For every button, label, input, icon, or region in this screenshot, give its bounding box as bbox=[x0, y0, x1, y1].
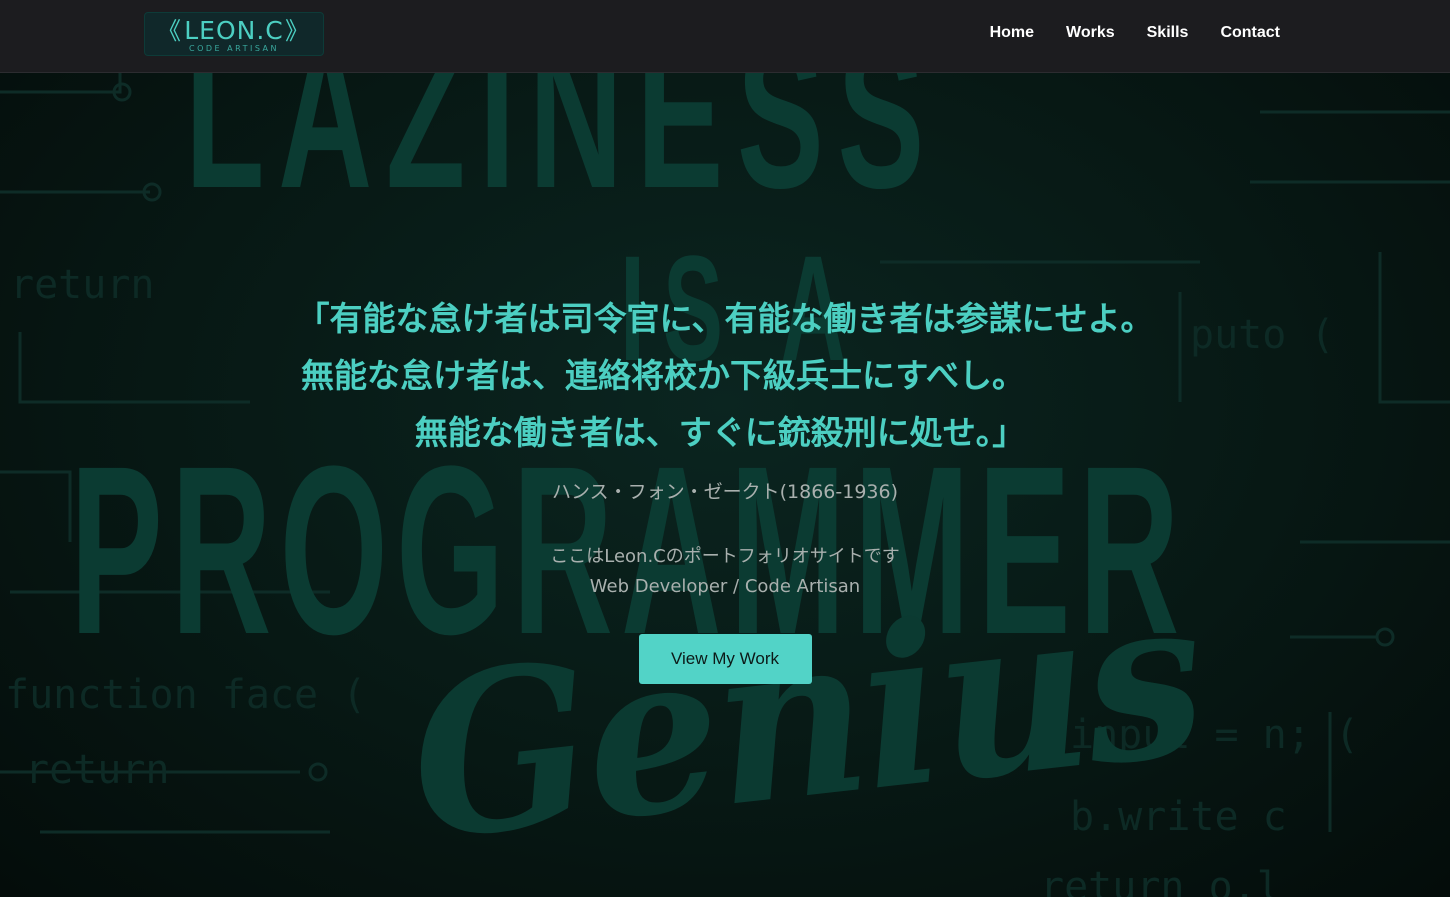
view-my-work-button[interactable]: View My Work bbox=[638, 634, 812, 684]
hero-section: 「有能な怠け者は司令官に、有能な働き者は参謀にせよ。 無能な怠け者は、連絡将校か… bbox=[0, 290, 1450, 684]
site-header: 《 LEON.C 》 CODE ARTISAN Home Works Skill… bbox=[0, 0, 1450, 73]
site-logo[interactable]: 《 LEON.C 》 CODE ARTISAN bbox=[144, 12, 324, 56]
bg-code-fragment: return bbox=[25, 747, 170, 793]
page: return function face ( return input = n;… bbox=[0, 0, 1450, 897]
main-nav: Home Works Skills Contact bbox=[990, 22, 1280, 44]
nav-contact[interactable]: Contact bbox=[1220, 22, 1280, 44]
nav-skills[interactable]: Skills bbox=[1147, 22, 1189, 44]
hero-intro: ここはLeon.Cのポートフォリオサイトです Web Developer / C… bbox=[0, 542, 1450, 602]
bg-word-laziness: LAZINESS bbox=[185, 72, 938, 232]
quote-line: 無能な怠け者は、連絡将校か下級兵士にすべし。 bbox=[300, 356, 1026, 395]
bg-code-fragment: return o.l bbox=[1040, 864, 1281, 897]
nav-home[interactable]: Home bbox=[990, 22, 1034, 44]
quote-line: 無能な働き者は、すぐに銃殺刑に処せ。」 bbox=[414, 413, 1026, 452]
logo-bracket-right: 》 bbox=[285, 17, 309, 45]
quote-attribution: ハンス・フォン・ゼークト(1866-1936) bbox=[551, 481, 898, 503]
nav-works[interactable]: Works bbox=[1066, 22, 1115, 44]
logo-subtitle: CODE ARTISAN bbox=[188, 44, 280, 53]
quote-line: 「有能な怠け者は司令官に、有能な働き者は参謀にせよ。 bbox=[296, 299, 1154, 338]
intro-line: Web Developer / Code Artisan bbox=[589, 576, 861, 597]
hero-quote: 「有能な怠け者は司令官に、有能な働き者は参謀にせよ。 無能な怠け者は、連絡将校か… bbox=[0, 290, 1450, 461]
intro-line: ここはLeon.Cのポートフォリオサイトです bbox=[550, 546, 900, 567]
